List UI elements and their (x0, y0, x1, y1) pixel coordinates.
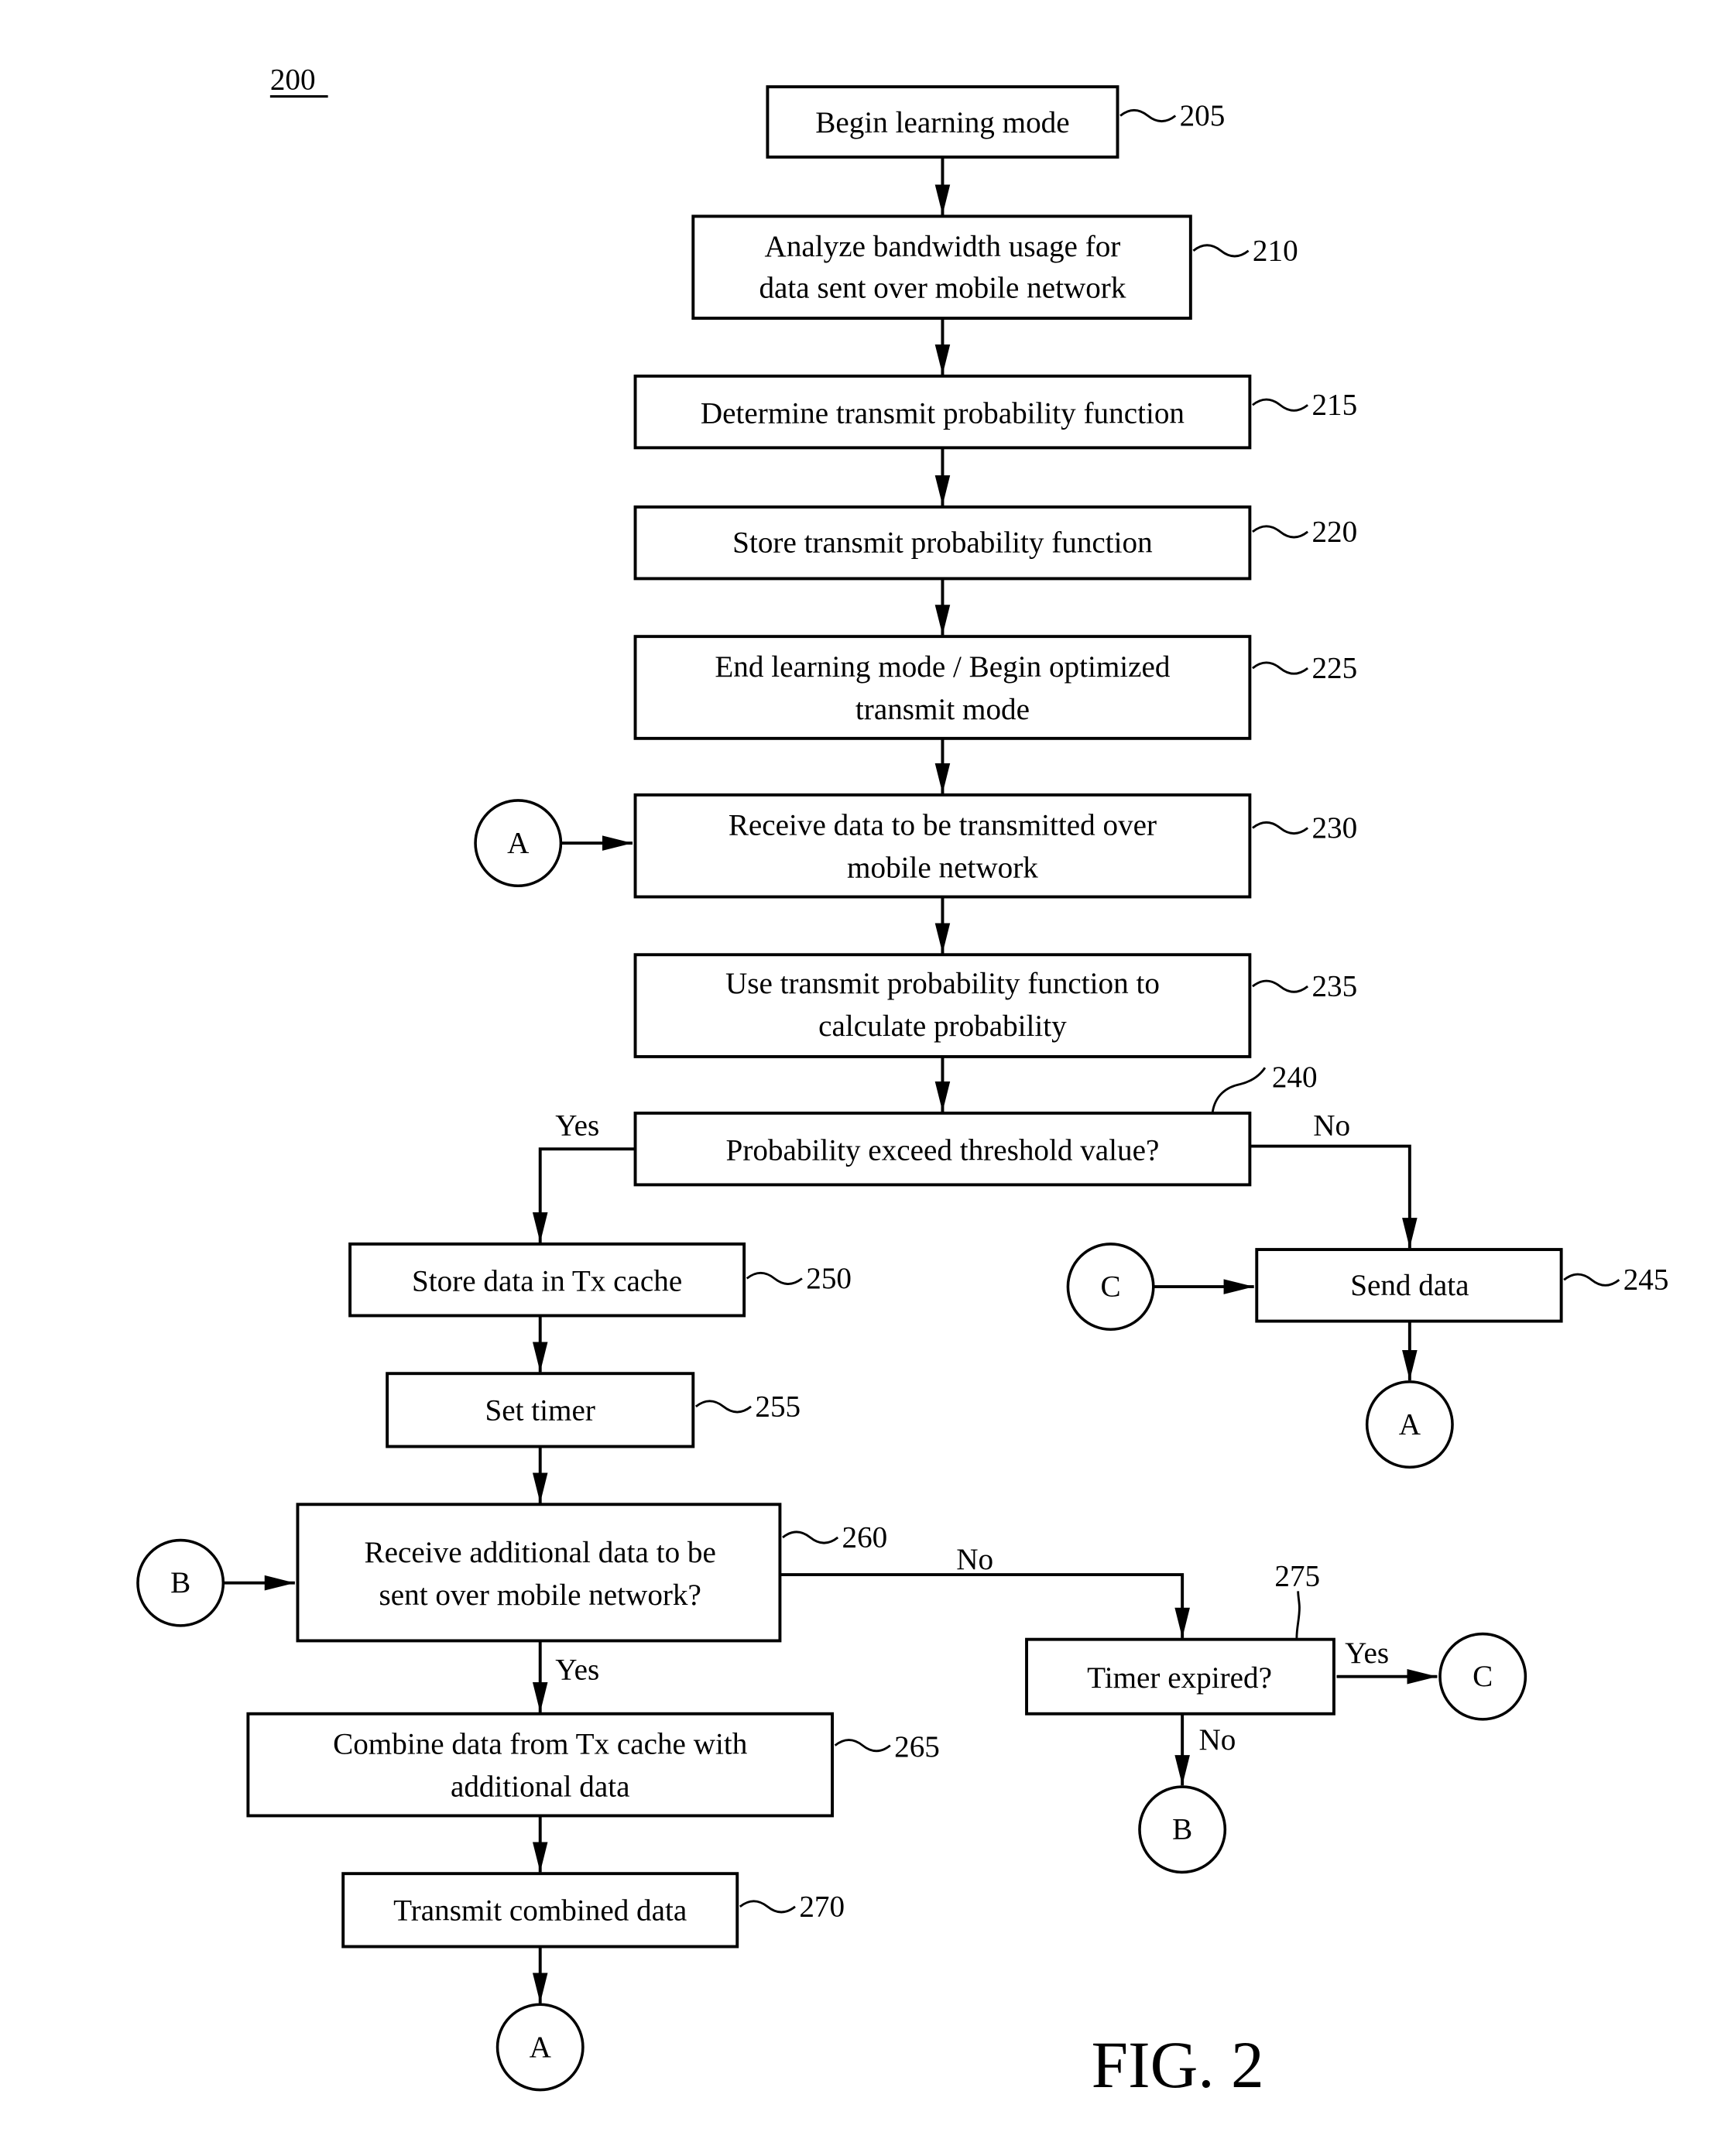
step-275-text: Timer expired? (1087, 1661, 1272, 1695)
connector-b-label: B (1172, 1813, 1192, 1846)
ref-215: 215 (1311, 389, 1357, 422)
connector-a-after-270: A (495, 2003, 585, 2092)
ref-225: 225 (1311, 652, 1357, 685)
step-265-text-line1: Combine data from Tx cache with (333, 1727, 748, 1760)
arrow-240-yes-to-250 (532, 1147, 636, 1243)
connector-a-into-230: A (474, 799, 563, 888)
ref-230: 230 (1311, 811, 1357, 845)
step-260-text-line1: Receive additional data to be (365, 1536, 716, 1569)
step-225-text-line1: End learning mode / Begin optimized (715, 650, 1171, 684)
step-245-text: Send data (1350, 1269, 1469, 1302)
step-220: Store transmit probability function (633, 505, 1252, 581)
step-230-text-line1: Receive data to be transmitted over (729, 808, 1157, 841)
step-250-text: Store data in Tx cache (412, 1264, 682, 1297)
ref-250: 250 (806, 1262, 852, 1295)
connector-c-into-245: C (1066, 1243, 1155, 1332)
step-265: Combine data from Tx cache with addition… (246, 1712, 835, 1818)
step-240-text: Probability exceed threshold value? (726, 1133, 1160, 1167)
step-210-text-line2: data sent over mobile network (759, 271, 1126, 304)
connector-c-label: C (1473, 1660, 1493, 1693)
ref-leader-210 (1192, 244, 1250, 258)
step-230-text-line2: mobile network (847, 852, 1038, 885)
ref-leader-205 (1119, 108, 1177, 123)
step-275-decision: Timer expired? (1025, 1637, 1335, 1716)
arrow-260-no-to-275 (780, 1573, 1190, 1638)
step-255: Set timer (386, 1372, 695, 1448)
step-245: Send data (1255, 1248, 1563, 1323)
ref-leader-215 (1252, 398, 1309, 412)
branch-260-yes: Yes (555, 1653, 599, 1686)
step-235: Use transmit probability function to cal… (633, 953, 1252, 1058)
ref-leader-250 (746, 1271, 803, 1285)
branch-275-no: No (1199, 1723, 1236, 1757)
step-215: Determine transmit probability function (633, 374, 1252, 450)
connector-b-label: B (170, 1566, 190, 1599)
ref-240: 240 (1272, 1061, 1318, 1094)
step-240-decision: Probability exceed threshold value? (633, 1111, 1252, 1187)
figure-caption: FIG. 2 (1092, 2029, 1264, 2102)
ref-265: 265 (894, 1730, 940, 1764)
flowchart: 200 Begin learning mode 205 Analyze band… (136, 63, 1669, 2102)
step-210-text-line1: Analyze bandwidth usage for (765, 230, 1121, 263)
connector-a-label: A (507, 827, 529, 860)
step-255-text: Set timer (485, 1394, 595, 1428)
ref-leader-265 (834, 1739, 891, 1753)
ref-leader-220 (1252, 525, 1309, 539)
ref-220: 220 (1311, 515, 1357, 548)
ref-245: 245 (1623, 1263, 1669, 1297)
ref-leader-245 (1563, 1273, 1620, 1287)
step-215-text: Determine transmit probability function (701, 396, 1185, 430)
branch-240-no: No (1313, 1109, 1350, 1142)
ref-leader-235 (1252, 979, 1309, 993)
connector-a-label: A (530, 2031, 551, 2064)
ref-270: 270 (799, 1890, 845, 1923)
step-265-text-line2: additional data (451, 1770, 630, 1804)
ref-leader-255 (694, 1400, 752, 1414)
arrow-240-no-to-245 (1250, 1144, 1418, 1249)
step-270-text: Transmit combined data (393, 1894, 687, 1928)
figure-number: 200 (270, 63, 316, 97)
ref-275: 275 (1274, 1559, 1320, 1592)
connector-c-after-275: C (1438, 1632, 1527, 1721)
step-235-text-line2: calculate probability (818, 1009, 1067, 1043)
branch-275-yes: Yes (1345, 1637, 1389, 1670)
connector-a-label: A (1399, 1408, 1421, 1441)
ref-210: 210 (1253, 234, 1298, 267)
step-205-text: Begin learning mode (815, 106, 1069, 139)
step-210: Analyze bandwidth usage for data sent ov… (691, 214, 1192, 320)
connector-c-label: C (1101, 1270, 1121, 1304)
ref-leader-240 (1211, 1067, 1267, 1112)
ref-260: 260 (842, 1520, 888, 1554)
connector-b-into-260: B (136, 1538, 225, 1627)
step-260-decision: Receive additional data to be sent over … (296, 1503, 782, 1643)
step-270: Transmit combined data (341, 1872, 739, 1949)
branch-260-no: No (956, 1543, 993, 1576)
step-230: Receive data to be transmitted over mobi… (633, 793, 1252, 899)
ref-leader-260 (782, 1530, 839, 1544)
ref-leader-270 (739, 1900, 796, 1914)
ref-205: 205 (1180, 99, 1226, 132)
step-220-text: Store transmit probability function (732, 526, 1153, 560)
ref-255: 255 (755, 1390, 801, 1423)
step-205: Begin learning mode (766, 85, 1119, 159)
ref-leader-275 (1295, 1591, 1301, 1638)
step-235-text-line1: Use transmit probability function to (725, 967, 1160, 1000)
step-225-text-line2: transmit mode (855, 693, 1030, 726)
branch-240-yes: Yes (555, 1109, 599, 1142)
step-225: End learning mode / Begin optimized tran… (633, 635, 1252, 740)
ref-leader-225 (1252, 661, 1309, 675)
connector-b-after-275: B (1138, 1785, 1227, 1874)
ref-leader-230 (1252, 821, 1309, 835)
connector-a-after-245: A (1365, 1380, 1454, 1469)
ref-235: 235 (1311, 970, 1357, 1003)
step-250: Store data in Tx cache (348, 1242, 746, 1318)
step-260-text-line2: sent over mobile network? (379, 1578, 701, 1612)
